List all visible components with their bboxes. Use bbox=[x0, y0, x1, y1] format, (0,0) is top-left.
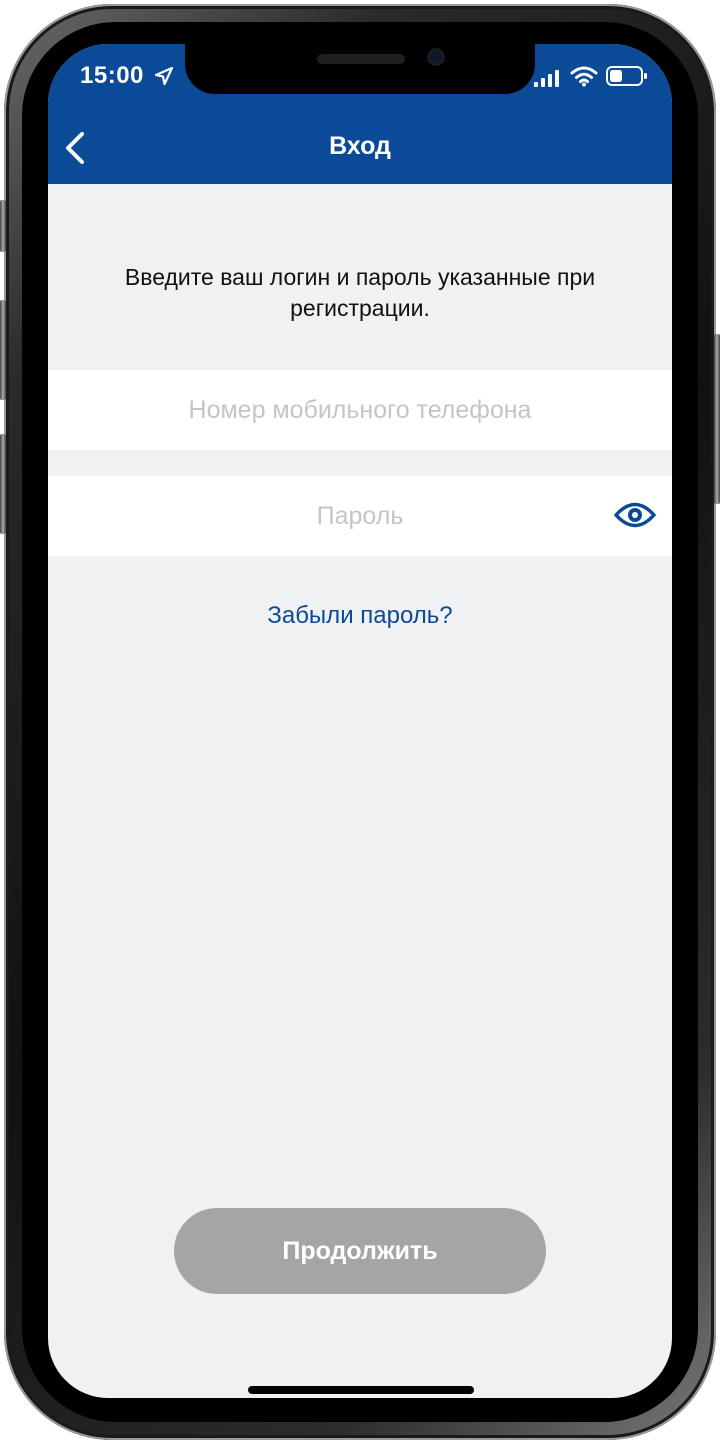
forgot-password-link[interactable]: Забыли пароль? bbox=[48, 602, 672, 630]
page-title: Вход bbox=[329, 132, 391, 160]
screen: 15:00 Вход Введите ваш логин и пароль ук… bbox=[48, 44, 672, 1398]
battery-icon bbox=[606, 66, 648, 91]
power-button bbox=[714, 334, 720, 504]
status-time: 15:00 bbox=[80, 62, 144, 89]
phone-field-row bbox=[48, 370, 672, 450]
silent-switch bbox=[0, 200, 6, 252]
app-header: 15:00 Вход bbox=[48, 44, 672, 184]
home-indicator[interactable] bbox=[248, 1386, 474, 1394]
earpiece-speaker bbox=[317, 54, 405, 64]
notch bbox=[185, 44, 535, 94]
volume-down-button bbox=[0, 434, 6, 534]
front-camera bbox=[427, 48, 445, 66]
password-input[interactable] bbox=[48, 476, 672, 556]
cellular-signal-icon bbox=[534, 70, 562, 93]
phone-number-input[interactable] bbox=[48, 370, 672, 450]
login-instruction: Введите ваш логин и пароль указанные при… bbox=[124, 264, 596, 321]
eye-icon[interactable] bbox=[614, 500, 656, 535]
password-field-row bbox=[48, 476, 672, 556]
volume-up-button bbox=[0, 300, 6, 400]
continue-button[interactable]: Продолжить bbox=[174, 1208, 546, 1294]
location-arrow-icon bbox=[154, 66, 174, 91]
wifi-icon bbox=[570, 65, 598, 92]
